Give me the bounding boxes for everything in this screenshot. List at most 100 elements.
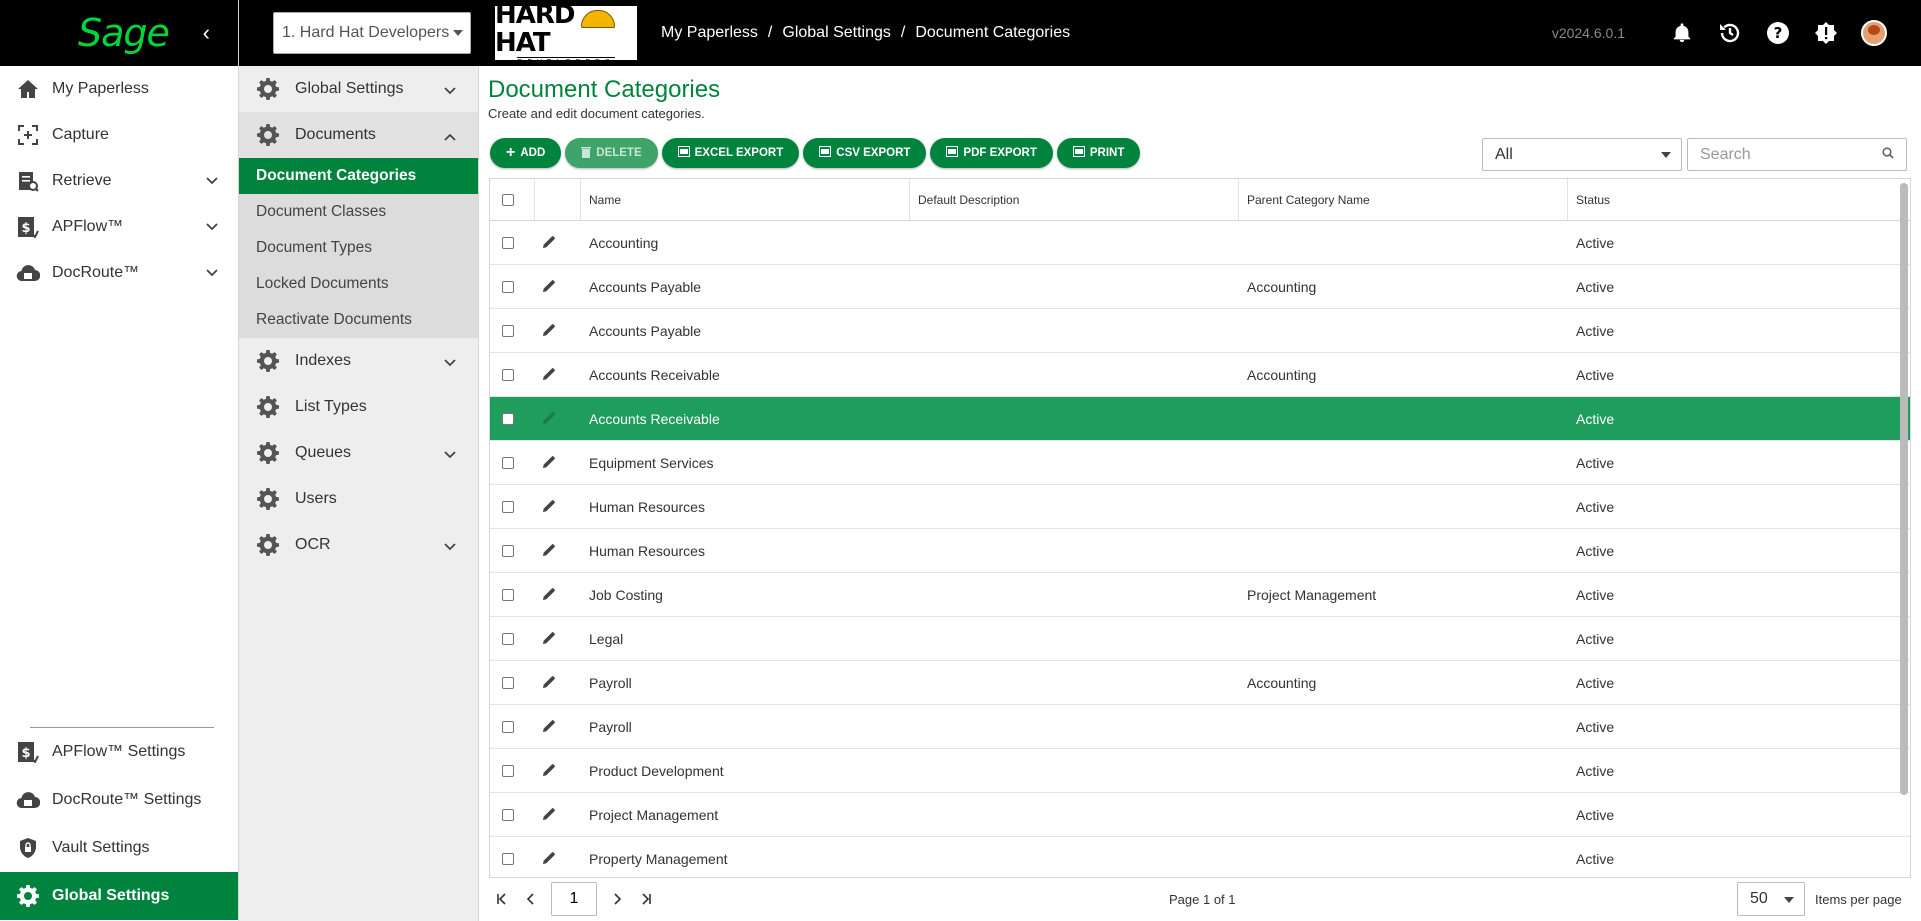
table-row[interactable]: Payroll Accounting Active	[490, 661, 1910, 705]
row-checkbox[interactable]	[502, 280, 514, 293]
pencil-icon[interactable]	[543, 675, 555, 691]
column-header-name[interactable]: Name	[581, 179, 910, 220]
table-row[interactable]: Legal Active	[490, 617, 1910, 661]
table-row[interactable]: Accounts Payable Active	[490, 309, 1910, 353]
table-row[interactable]: Job Costing Project Management Active	[490, 573, 1910, 617]
bell-icon[interactable]	[1669, 20, 1695, 46]
sub-nav-indexes[interactable]: Indexes	[239, 338, 478, 384]
table-row[interactable]: Human Resources Active	[490, 529, 1910, 573]
alert-icon[interactable]	[1813, 20, 1839, 46]
print-button[interactable]: PRINT	[1056, 138, 1141, 168]
delete-button[interactable]: DELETE	[565, 138, 658, 168]
sub-nav-document-types[interactable]: Document Types	[239, 230, 478, 266]
row-checkbox[interactable]	[502, 632, 514, 645]
nav-item-capture[interactable]: Capture	[0, 112, 238, 158]
table-row[interactable]: Accounts Payable Accounting Active	[490, 265, 1910, 309]
pencil-icon[interactable]	[543, 235, 555, 251]
sub-nav-ocr[interactable]: OCR	[239, 522, 478, 568]
pencil-icon[interactable]	[543, 851, 555, 867]
add-button[interactable]: + ADD	[490, 138, 562, 168]
pencil-icon[interactable]	[543, 279, 555, 295]
row-checkbox[interactable]	[502, 500, 514, 513]
table-row[interactable]: Accounts Receivable Accounting Active	[490, 353, 1910, 397]
select-all-checkbox[interactable]	[502, 193, 514, 206]
plus-icon: +	[506, 144, 516, 161]
pencil-icon[interactable]	[543, 631, 555, 647]
items-per-page-select[interactable]: 50	[1737, 882, 1805, 916]
column-header-status[interactable]: Status	[1568, 179, 1910, 220]
nav-item-vault-settings[interactable]: Vault Settings	[0, 824, 238, 872]
page-title: Document Categories	[488, 76, 721, 103]
row-checkbox[interactable]	[502, 412, 514, 425]
breadcrumb-item-my-paperless[interactable]: My Paperless	[661, 24, 758, 42]
nav-item-global-settings[interactable]: Global Settings	[0, 872, 238, 920]
pencil-icon[interactable]	[543, 587, 555, 603]
pdf-export-button[interactable]: PDF EXPORT	[930, 138, 1053, 168]
pencil-icon[interactable]	[543, 807, 555, 823]
row-checkbox[interactable]	[502, 764, 514, 777]
row-checkbox[interactable]	[502, 808, 514, 821]
row-checkbox[interactable]	[502, 456, 514, 469]
sub-nav-users[interactable]: Users	[239, 476, 478, 522]
breadcrumb-item-global-settings[interactable]: Global Settings	[782, 24, 891, 42]
status-filter-select[interactable]: All	[1482, 138, 1682, 171]
last-page-icon[interactable]	[631, 885, 659, 913]
table-row[interactable]: Accounts Receivable Active	[490, 397, 1910, 441]
grid-scrollbar[interactable]	[1900, 183, 1908, 795]
company-select[interactable]: 1. Hard Hat Developers	[273, 12, 471, 54]
pencil-icon[interactable]	[543, 499, 555, 515]
sub-nav-document-categories[interactable]: Document Categories	[239, 158, 478, 194]
csv-export-button[interactable]: CSV EXPORT	[803, 138, 927, 168]
prev-page-icon[interactable]	[517, 885, 545, 913]
pencil-icon[interactable]	[543, 455, 555, 471]
row-checkbox[interactable]	[502, 676, 514, 689]
nav-item-apflow-settings[interactable]: $ APFlow™ Settings	[0, 728, 238, 776]
row-checkbox[interactable]	[502, 588, 514, 601]
nav-item-my-paperless[interactable]: My Paperless	[0, 66, 238, 112]
pencil-icon[interactable]	[543, 411, 555, 427]
column-header-parent[interactable]: Parent Category Name	[1239, 179, 1568, 220]
nav-item-docroute[interactable]: DocRoute™	[0, 250, 238, 296]
row-checkbox[interactable]	[502, 544, 514, 557]
history-icon[interactable]	[1717, 20, 1743, 46]
nav-item-apflow[interactable]: $ APFlow™	[0, 204, 238, 250]
table-row[interactable]: Project Management Active	[490, 793, 1910, 837]
search-input[interactable]	[1700, 145, 1860, 164]
row-checkbox[interactable]	[502, 720, 514, 733]
table-row[interactable]: Equipment Services Active	[490, 441, 1910, 485]
pencil-icon[interactable]	[543, 543, 555, 559]
table-row[interactable]: Property Management Active	[490, 837, 1910, 877]
sub-nav-list-types[interactable]: List Types	[239, 384, 478, 430]
user-avatar[interactable]	[1861, 20, 1887, 46]
sub-nav-document-classes[interactable]: Document Classes	[239, 194, 478, 230]
first-page-icon[interactable]	[489, 885, 517, 913]
page-number-input[interactable]	[551, 882, 597, 916]
collapse-sidebar-button[interactable]: ‹	[203, 20, 210, 46]
row-edit-cell	[535, 705, 581, 748]
help-icon[interactable]: ?	[1765, 20, 1791, 46]
pencil-icon[interactable]	[543, 763, 555, 779]
pencil-icon[interactable]	[543, 367, 555, 383]
nav-item-retrieve[interactable]: Retrieve	[0, 158, 238, 204]
sub-nav-queues[interactable]: Queues	[239, 430, 478, 476]
column-header-description[interactable]: Default Description	[910, 179, 1239, 220]
row-checkbox-cell	[490, 837, 535, 877]
row-checkbox[interactable]	[502, 236, 514, 249]
pencil-icon[interactable]	[543, 323, 555, 339]
row-checkbox[interactable]	[502, 852, 514, 865]
sub-nav-documents[interactable]: Documents	[239, 112, 478, 158]
pencil-icon[interactable]	[543, 719, 555, 735]
search-icon[interactable]	[1882, 146, 1894, 163]
sub-nav-locked-documents[interactable]: Locked Documents	[239, 266, 478, 302]
row-checkbox[interactable]	[502, 368, 514, 381]
nav-item-docroute-settings[interactable]: DocRoute™ Settings	[0, 776, 238, 824]
row-checkbox[interactable]	[502, 324, 514, 337]
next-page-icon[interactable]	[603, 885, 631, 913]
table-row[interactable]: Payroll Active	[490, 705, 1910, 749]
table-row[interactable]: Accounting Active	[490, 221, 1910, 265]
table-row[interactable]: Product Development Active	[490, 749, 1910, 793]
sub-nav-reactivate-documents[interactable]: Reactivate Documents	[239, 302, 478, 338]
sub-nav-global-settings[interactable]: Global Settings	[239, 66, 478, 112]
table-row[interactable]: Human Resources Active	[490, 485, 1910, 529]
excel-export-button[interactable]: EXCEL EXPORT	[661, 138, 800, 168]
